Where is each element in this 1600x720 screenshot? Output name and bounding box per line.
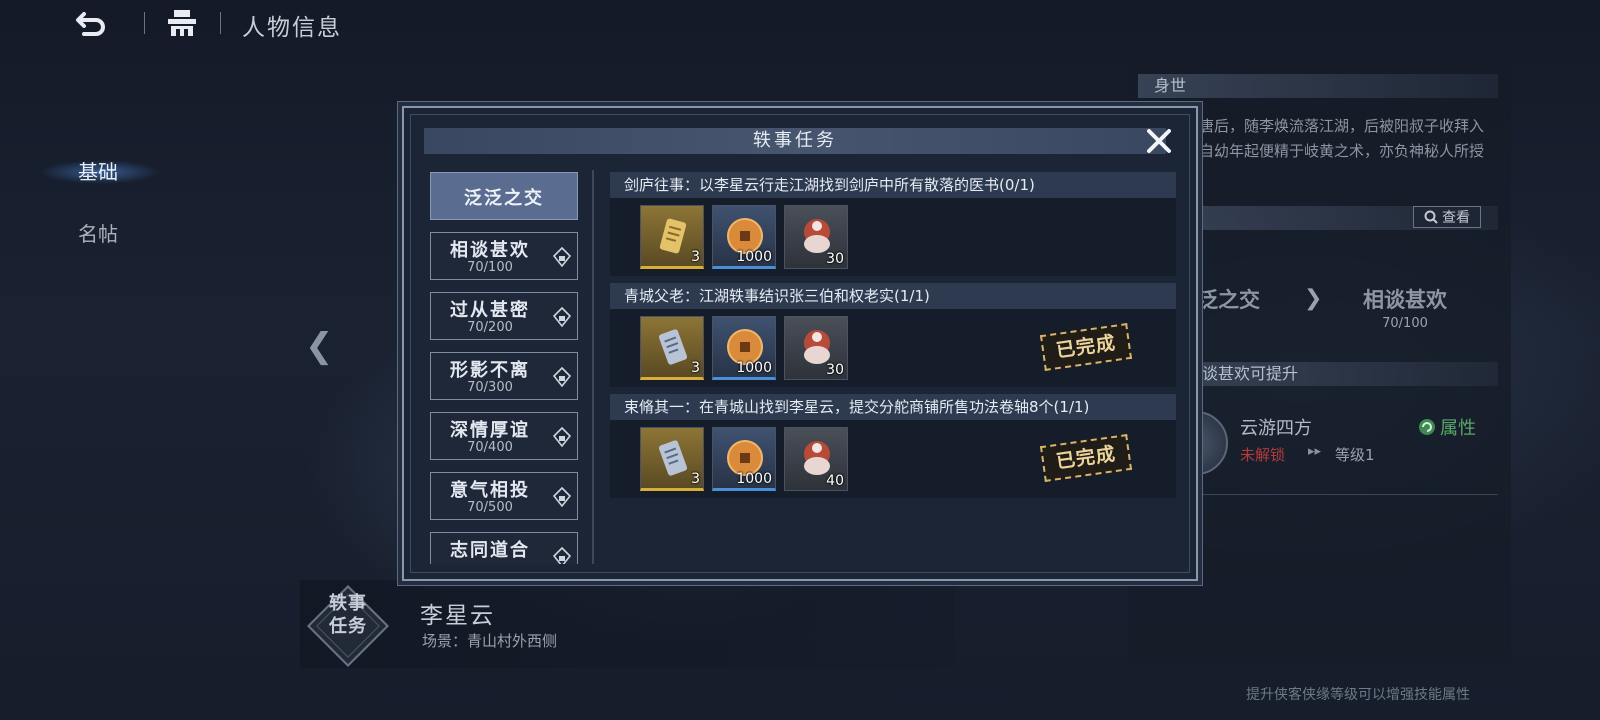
- tab-level-5[interactable]: 深情厚谊 70/400: [430, 412, 578, 460]
- tab-label: 意气相投: [450, 480, 530, 501]
- lock-icon: [553, 247, 571, 267]
- tab-level-7[interactable]: 志同道合: [430, 532, 578, 564]
- next-level-progress: 70/100: [1382, 316, 1428, 331]
- divider: [592, 170, 594, 564]
- tab-progress: 70/200: [467, 320, 513, 335]
- tab-label: 过从甚密: [450, 300, 530, 321]
- npc-card: [300, 580, 955, 668]
- tab-label: 深情厚谊: [450, 420, 530, 441]
- double-arrow-icon: ▸▸: [1308, 444, 1322, 459]
- reward-item-scroll[interactable]: 3: [640, 427, 704, 491]
- task-row: 青城父老：江湖轶事结识张三伯和权老实(1/1) 3 1000 30 已完成: [610, 283, 1176, 387]
- separator: [144, 12, 145, 34]
- tab-level-6[interactable]: 意气相投 70/500: [430, 472, 578, 520]
- task-row: 剑庐往事：以李星云行走江湖找到剑庐中所有散落的医书(0/1) 3 1000 30: [610, 172, 1176, 276]
- tab-label: 志同道合: [450, 540, 530, 561]
- reward-item-affinity[interactable]: 30: [784, 316, 848, 380]
- completed-stamp: 已完成: [1039, 323, 1133, 371]
- skill-status: 未解锁: [1240, 446, 1286, 464]
- lock-icon: [553, 547, 571, 564]
- nav-item-basic[interactable]: 基础: [40, 150, 170, 190]
- lock-icon: [553, 307, 571, 327]
- nav-item-card[interactable]: 名帖: [40, 212, 170, 252]
- npc-badge[interactable]: 轶事任务: [300, 578, 396, 674]
- reward-item-affinity[interactable]: 30: [784, 205, 848, 269]
- npc-badge-label: 轶事任务: [329, 593, 367, 637]
- task-row: 束脩其一：在青城山找到李星云，提交分舵商铺所售功法卷轴8个(1/1) 3 100…: [610, 394, 1176, 498]
- lock-icon: [553, 367, 571, 387]
- reward-quantity: 3: [691, 471, 700, 487]
- reward-item-scroll[interactable]: 3: [640, 205, 704, 269]
- completed-stamp: 已完成: [1039, 434, 1133, 482]
- reward-item-coin[interactable]: 1000: [712, 205, 776, 269]
- reward-item-coin[interactable]: 1000: [712, 316, 776, 380]
- back-icon[interactable]: [74, 6, 110, 40]
- attribute-icon: [1419, 419, 1435, 435]
- scroll-icon: [658, 329, 688, 365]
- reward-item-coin[interactable]: 1000: [712, 427, 776, 491]
- lock-icon: [553, 427, 571, 447]
- separator: [220, 12, 221, 34]
- footer-hint: 提升侠客侠缘等级可以增强技能属性: [1246, 687, 1470, 703]
- reward-quantity: 3: [691, 249, 700, 265]
- task-title: 青城父老：江湖轶事结识张三伯和权老实(1/1): [610, 283, 1176, 309]
- task-title: 束脩其一：在青城山找到李星云，提交分舵商铺所售功法卷轴8个(1/1): [610, 394, 1176, 420]
- anecdote-task-modal: 轶事任务 泛泛之交 相谈甚欢 70/100 过从甚密 70/200 形影不离 7…: [402, 106, 1198, 581]
- task-rewards: 3 1000 40 已完成: [610, 420, 1176, 498]
- scroll-icon: [659, 218, 687, 254]
- task-title: 剑庐往事：以李星云行走江湖找到剑庐中所有散落的医书(0/1): [610, 172, 1176, 198]
- top-bar: 人物信息: [0, 0, 1600, 46]
- tab-level-3[interactable]: 过从甚密 70/200: [430, 292, 578, 340]
- page-title: 人物信息: [242, 15, 342, 41]
- reward-quantity: 1000: [736, 471, 772, 487]
- reward-quantity: 1000: [736, 249, 772, 265]
- tab-progress: 70/100: [467, 260, 513, 275]
- reward-quantity: 1000: [736, 360, 772, 376]
- tab-label: 泛泛之交: [464, 188, 544, 209]
- lock-icon: [553, 487, 571, 507]
- attribute-label: 属性: [1440, 418, 1476, 439]
- tab-label: 形影不离: [450, 360, 530, 381]
- tab-level-1[interactable]: 泛泛之交: [430, 172, 578, 220]
- divider: [1158, 494, 1498, 495]
- arrow-right-icon: ❯: [1304, 286, 1323, 311]
- tab-level-4[interactable]: 形影不离 70/300: [430, 352, 578, 400]
- level-tabs: 泛泛之交 相谈甚欢 70/100 过从甚密 70/200 形影不离 70/300…: [430, 172, 580, 564]
- reward-item-affinity[interactable]: 40: [784, 427, 848, 491]
- npc-name: 李星云: [420, 603, 495, 629]
- tab-label: 相谈甚欢: [450, 240, 530, 261]
- modal-title: 轶事任务: [424, 128, 1166, 154]
- tab-progress: 70/500: [467, 500, 513, 515]
- tab-progress: 70/400: [467, 440, 513, 455]
- bio-text: 失母灭唐后，随李焕流落江湖，后被阳叔子收拜入剑庐，自幼年起便精于岐黄之术，亦负神…: [1154, 117, 1485, 185]
- attribute-button[interactable]: 属性: [1418, 414, 1476, 440]
- reward-quantity: 30: [826, 362, 844, 378]
- reward-quantity: 40: [826, 473, 844, 489]
- left-arrow-icon[interactable]: ❮: [305, 326, 334, 366]
- view-button[interactable]: 查看: [1413, 206, 1481, 228]
- section-title-background: 身世: [1138, 74, 1498, 98]
- reward-quantity: 3: [691, 360, 700, 376]
- tab-level-2[interactable]: 相谈甚欢 70/100: [430, 232, 578, 280]
- home-icon[interactable]: [166, 8, 198, 38]
- scroll-icon: [658, 440, 688, 476]
- task-rewards: 3 1000 30: [610, 198, 1176, 276]
- view-label: 查看: [1442, 210, 1470, 226]
- close-icon[interactable]: [1144, 126, 1174, 156]
- next-affinity-level: 相谈甚欢 70/100: [1340, 284, 1470, 331]
- skill-level: 等级1: [1335, 446, 1375, 464]
- reward-item-scroll[interactable]: 3: [640, 316, 704, 380]
- search-icon: [1424, 210, 1438, 224]
- next-level-label: 相谈甚欢: [1363, 288, 1447, 312]
- npc-scene: 场景：青山村外西侧: [422, 632, 558, 650]
- skill-name: 云游四方: [1240, 418, 1312, 439]
- tab-progress: 70/300: [467, 380, 513, 395]
- reward-quantity: 30: [826, 251, 844, 267]
- task-rewards: 3 1000 30 已完成: [610, 309, 1176, 387]
